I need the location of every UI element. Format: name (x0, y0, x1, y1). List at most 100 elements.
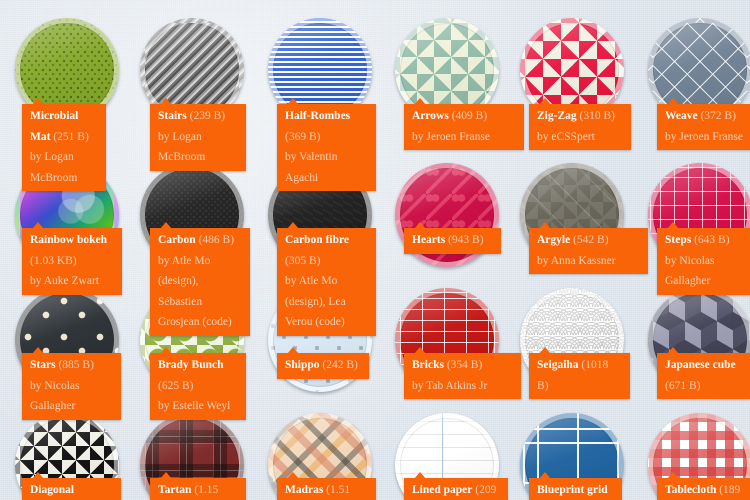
pattern-label-half-rombes: Half-Rombes (369 B) by Valentin Agachi (277, 98, 376, 191)
pattern-name: Carbon fibre (285, 234, 349, 246)
pattern-author: by Nicolas Gallagher (665, 254, 715, 288)
tooltip-pointer-icon (414, 472, 426, 479)
pattern-label-argyle: Argyle (542 B) by Anna Kassner (529, 222, 648, 274)
pattern-author: by Jeroen Franse (665, 130, 743, 143)
pattern-size: (242 B) (322, 359, 358, 371)
pattern-name: Lined paper (412, 484, 473, 496)
pattern-label-weave: Weave (372 B) by Jeroen Franse (657, 98, 750, 150)
pattern-gallery: Microbial Mat (251 B) by Logan McBroom Sta… (0, 0, 750, 500)
pattern-size: (310 B) (579, 110, 615, 122)
tooltip-pointer-icon (32, 222, 44, 229)
pattern-name: Madras (285, 484, 324, 496)
pattern-label-madras: Madras (1.51 KB) (277, 472, 376, 500)
pattern-author: by Estelle Weyl (158, 400, 231, 412)
pattern-name: Brady Bunch (158, 359, 224, 371)
pattern-name: Hearts (412, 234, 446, 246)
pattern-size: (1.03 KB) (30, 254, 77, 267)
pattern-name: Argyle (537, 234, 571, 246)
pattern-label-stars: Stars (885 B) by Nicolas Gallagher (22, 347, 121, 420)
pattern-name: Japanese cube (665, 359, 736, 371)
tooltip-pointer-icon (160, 222, 172, 229)
pattern-author: by Logan McBroom (30, 151, 78, 184)
pattern-name: Seigaiha (537, 359, 579, 371)
pattern-label-blueprint-grid: Blueprint grid (529, 472, 622, 500)
pattern-label-microbial-mat: Microbial Mat (251 B) by Logan McBroom (22, 98, 106, 191)
pattern-label-tartan: Tartan (1.15 KB) (150, 472, 246, 500)
pattern-author: by Atle Mo (design), Sébastien Grosjean … (158, 254, 232, 329)
pattern-name: Tablecloth (665, 484, 717, 496)
pattern-name: Shippo (285, 359, 320, 371)
pattern-label-carbon-fibre: Carbon fibre (305 B) by Atle Mo (design),… (277, 222, 376, 336)
pattern-size: (625 B) (158, 379, 194, 392)
pattern-label-tablecloth: Tablecloth (189 B) (657, 472, 750, 500)
tooltip-pointer-icon (32, 98, 44, 105)
tooltip-pointer-icon (160, 98, 172, 105)
pattern-name: Half-Rombes (285, 110, 351, 122)
pattern-name: Stars (30, 359, 56, 371)
pattern-size: (251 B) (53, 130, 89, 143)
pattern-size: (643 B) (694, 234, 730, 246)
tooltip-pointer-icon (160, 472, 172, 479)
tooltip-pointer-icon (414, 98, 426, 105)
pattern-label-brady-bunch: Brady Bunch (625 B) by Estelle Weyl (150, 347, 246, 420)
tooltip-pointer-icon (287, 347, 299, 354)
pattern-author: by Nicolas Gallagher (30, 379, 80, 413)
pattern-label-rainbow-bokeh: Rainbow bokeh (1.03 KB) by Auke Zwart (22, 222, 122, 295)
pattern-size: (372 B) (700, 110, 736, 122)
pattern-size: (305 B) (285, 254, 321, 267)
pattern-name: Bricks (412, 359, 444, 371)
pattern-name: Steps (665, 234, 692, 246)
pattern-label-lined-paper: Lined paper (209 (404, 472, 508, 500)
pattern-author: by Anna Kassner (537, 254, 616, 267)
pattern-size: (409 B) (451, 110, 488, 122)
pattern-label-zig-zag: Zig-Zag (310 B) by eCSSpert (529, 98, 631, 150)
pattern-name: Rainbow bokeh (30, 234, 108, 246)
pattern-name: Carbon (158, 234, 196, 246)
tooltip-pointer-icon (667, 472, 679, 479)
pattern-size: (486 B) (198, 234, 235, 246)
pattern-size: (239 B) (189, 110, 226, 122)
tooltip-pointer-icon (414, 222, 426, 229)
pattern-label-seigaiha: Seigaiha (1018 B) (529, 347, 630, 399)
pattern-label-carbon: Carbon (486 B) by Atle Mo (design), Sébas… (150, 222, 250, 336)
tooltip-pointer-icon (414, 347, 426, 354)
tooltip-pointer-icon (287, 472, 299, 479)
pattern-name: Arrows (412, 110, 449, 122)
pattern-label-japanese-cube: Japanese cube (671 B) (657, 347, 750, 399)
pattern-name: Stairs (158, 110, 187, 122)
pattern-author: by Auke Zwart (30, 275, 99, 287)
tooltip-pointer-icon (32, 347, 44, 354)
pattern-author: by Jeroen Franse (412, 130, 490, 143)
pattern-size: (369 B) (285, 130, 321, 143)
pattern-name: Blueprint grid (537, 484, 608, 496)
pattern-label-arrows: Arrows (409 B) by Jeroen Franse (404, 98, 524, 150)
pattern-size: (943 B) (448, 234, 484, 246)
pattern-label-bricks: Bricks (354 B) by Tab Atkins Jr (404, 347, 521, 399)
tooltip-pointer-icon (667, 98, 679, 105)
tooltip-pointer-icon (32, 472, 44, 479)
pattern-size: (885 B) (58, 359, 94, 371)
pattern-author: by Tab Atkins Jr (412, 379, 488, 392)
pattern-name: Zig-Zag (537, 110, 577, 122)
pattern-author: by Valentin Agachi (285, 151, 338, 184)
pattern-name: Diagonal (30, 484, 75, 496)
pattern-name: Tartan (158, 484, 192, 496)
tooltip-pointer-icon (539, 222, 551, 229)
pattern-size: (542 B) (573, 234, 609, 246)
pattern-label-steps: Steps (643 B) by Nicolas Gallagher (657, 222, 750, 295)
tooltip-pointer-icon (539, 472, 551, 479)
tooltip-pointer-icon (287, 222, 299, 229)
tooltip-pointer-icon (160, 347, 172, 354)
pattern-author: by eCSSpert (537, 130, 595, 143)
tooltip-pointer-icon (539, 98, 551, 105)
pattern-size: (209 (475, 484, 497, 496)
pattern-label-shippo: Shippo (242 B) (277, 347, 369, 379)
pattern-author: by Atle Mo (design), Lea Verou (code) (285, 275, 346, 328)
pattern-name: Weave (665, 110, 698, 122)
tooltip-pointer-icon (667, 222, 679, 229)
pattern-label-diagonal: Diagonal (22, 472, 121, 500)
tooltip-pointer-icon (539, 347, 551, 354)
pattern-size: (354 B) (446, 359, 483, 371)
pattern-size: (671 B) (665, 379, 701, 392)
tooltip-pointer-icon (287, 98, 299, 105)
